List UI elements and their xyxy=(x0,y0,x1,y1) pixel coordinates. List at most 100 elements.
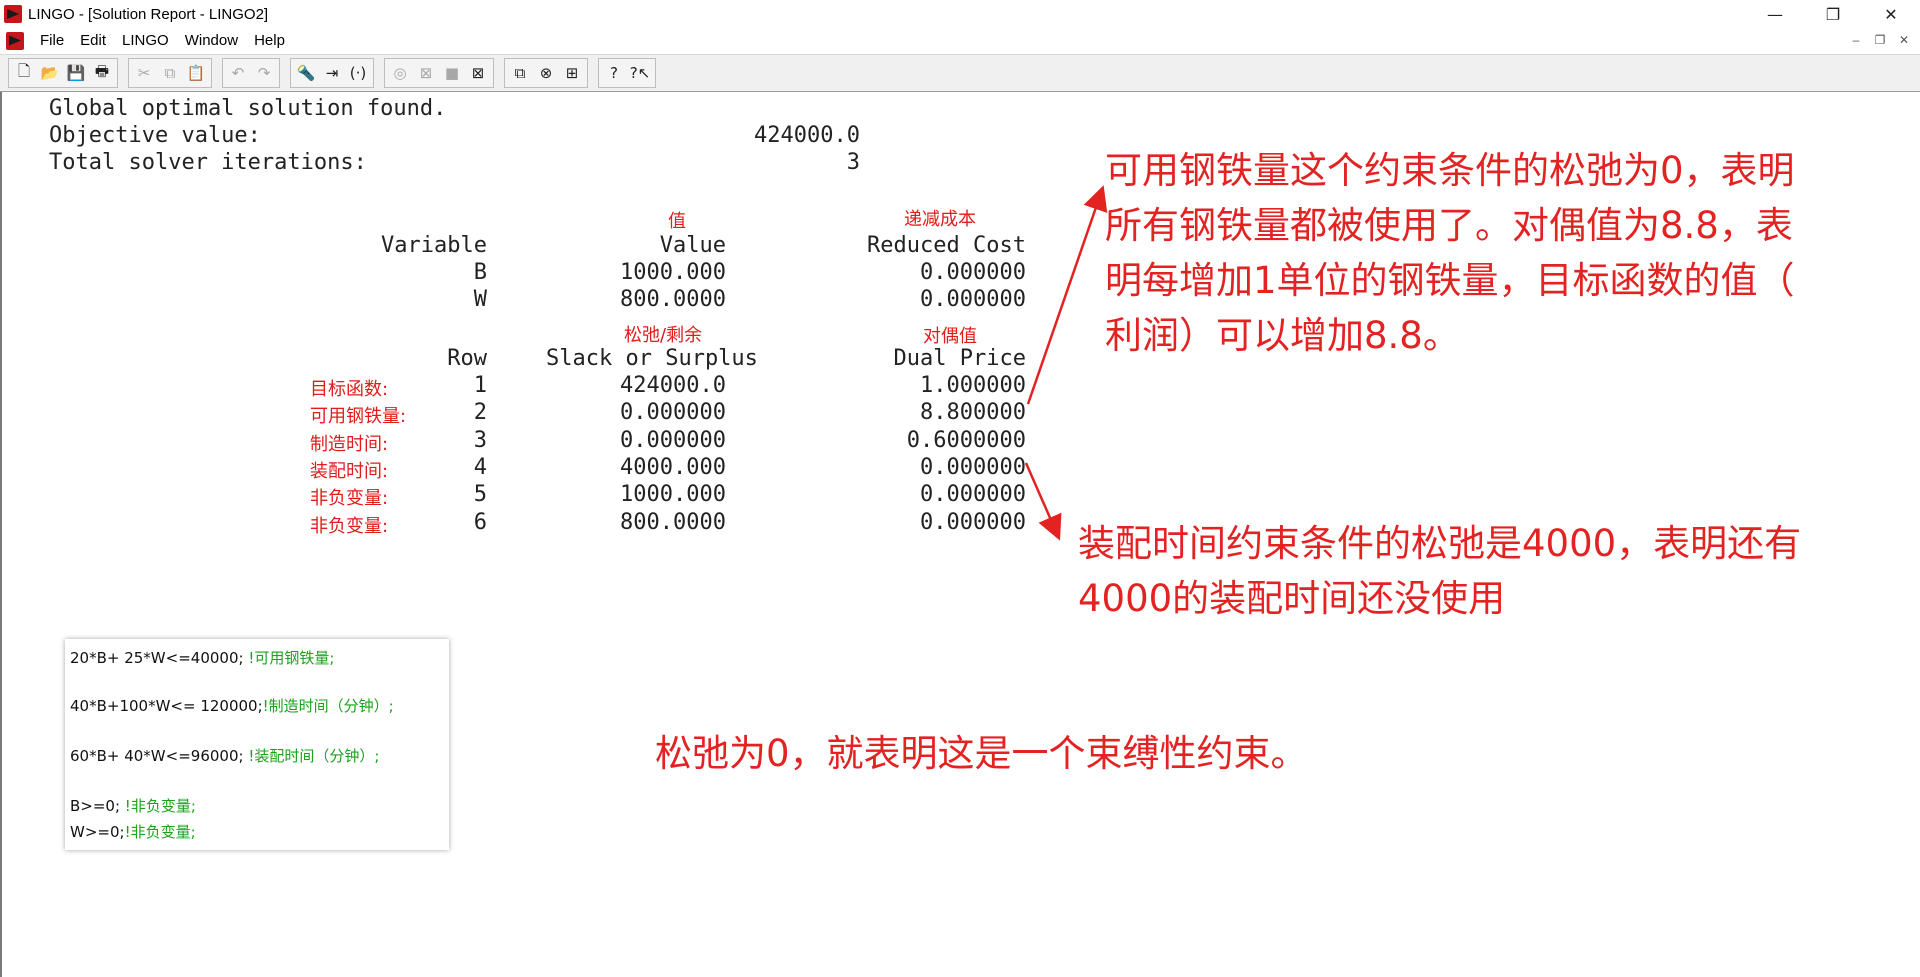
restore-button[interactable]: ❐ xyxy=(1804,0,1862,28)
iterations-value: 3 xyxy=(846,150,860,175)
row-number: 3 xyxy=(473,427,487,453)
help-icon[interactable]: ? xyxy=(602,61,626,85)
code-expression: 60*B+ 40*W<=96000; xyxy=(70,747,244,765)
menu-edit[interactable]: Edit xyxy=(80,32,106,49)
compile-icon[interactable]: ⊠ xyxy=(414,61,438,85)
menu-bar: File Edit LINGO Window Help – ❐ ✕ xyxy=(0,28,1920,53)
goto-line-icon[interactable]: ⇥ xyxy=(320,61,344,85)
annotation-binding: 松弛为0，就表明这是一个束缚性约束。 xyxy=(655,732,1308,775)
header-row: Row xyxy=(447,346,487,371)
code-comment: !装配时间（分钟）; xyxy=(243,747,380,765)
summary-status: Global optimal solution found. xyxy=(49,96,447,121)
send-to-back-icon[interactable]: ⧉ xyxy=(508,61,532,85)
row-cn-label: 非负变量: xyxy=(310,515,389,537)
save-icon[interactable]: 💾 xyxy=(64,61,88,85)
header-dual-price: Dual Price xyxy=(893,346,1026,371)
menu-window[interactable]: Window xyxy=(185,32,238,49)
menu-help[interactable]: Help xyxy=(254,32,285,49)
row-slack: 424000.0 xyxy=(620,373,726,398)
annotation-line: 可用钢铁量这个约束条件的松弛为0，表明 xyxy=(1105,149,1795,192)
window-controls: — ❐ ✕ xyxy=(1746,0,1920,28)
row-cn-label: 装配时间: xyxy=(310,460,389,482)
row-dual-price: 8.800000 xyxy=(920,400,1026,426)
row-cn-label: 目标函数: xyxy=(310,379,389,400)
solve-icon[interactable]: ◎ xyxy=(388,61,412,85)
code-expression: W>=0; xyxy=(70,823,125,841)
row-slack: 1000.000 xyxy=(620,482,726,508)
row-dual-price: 0.000000 xyxy=(920,482,1026,508)
cut-icon[interactable]: ✂ xyxy=(132,61,156,85)
annotation-line: 明每增加1单位的钢铁量，目标函数的值（ xyxy=(1105,259,1795,302)
find-icon[interactable]: 🔦 xyxy=(294,61,318,85)
row-cn-label: 可用钢铁量: xyxy=(310,406,407,428)
code-line: W>=0;!非负变量; xyxy=(70,821,196,842)
row-dual-price: 0.000000 xyxy=(920,509,1026,535)
code-comment: !制造时间（分钟）; xyxy=(262,697,394,715)
row-slack: 0.000000 xyxy=(620,400,726,426)
toolbar-group: ↶ ↷ xyxy=(222,58,280,88)
iterations-label: Total solver iterations: xyxy=(49,150,367,175)
code-line: 40*B+100*W<= 120000;!制造时间（分钟）; xyxy=(70,695,394,716)
mdi-close-button[interactable]: ✕ xyxy=(1894,30,1914,50)
variable-value: 800.0000 xyxy=(620,287,726,312)
row-dual-price: 0.000000 xyxy=(920,454,1026,480)
variable-reduced-cost: 0.000000 xyxy=(920,260,1026,285)
print-icon[interactable]: 🖶 xyxy=(90,61,114,85)
window-title: LINGO - [Solution Report - LINGO2] xyxy=(28,5,269,23)
row-slack: 800.0000 xyxy=(620,509,726,535)
toolbar-group: 🗋 📂 💾 🖶 xyxy=(8,58,118,88)
cn-reduced-cost-label: 递减成本 xyxy=(904,209,976,230)
code-line: B>=0; !非负变量; xyxy=(70,795,196,816)
code-line: 60*B+ 40*W<=96000; !装配时间（分钟）; xyxy=(70,745,379,766)
minimize-button[interactable]: — xyxy=(1746,0,1804,28)
toolbar-group: ⧉ ⊗ ⊞ xyxy=(504,58,588,88)
title-bar: LINGO - [Solution Report - LINGO2] — ❐ ✕ xyxy=(0,0,1920,28)
objective-label: Objective value: xyxy=(49,123,261,148)
open-folder-icon[interactable]: 📂 xyxy=(38,61,62,85)
code-line: 20*B+ 25*W<=40000; !可用钢铁量; xyxy=(70,647,334,668)
document-icon[interactable] xyxy=(6,31,24,50)
row-dual-price: 0.6000000 xyxy=(906,427,1026,453)
mdi-restore-button[interactable]: ❐ xyxy=(1870,30,1890,50)
header-value: Value xyxy=(659,233,726,258)
copy-icon[interactable]: ⧉ xyxy=(158,61,182,85)
code-expression: 20*B+ 25*W<=40000; xyxy=(70,649,244,667)
objective-value: 424000.0 xyxy=(754,123,860,148)
variable-name: B xyxy=(473,260,487,285)
cn-value-label: 值 xyxy=(668,211,686,232)
cn-slack-label: 松弛/剩余 xyxy=(624,325,703,346)
code-expression: 40*B+100*W<= 120000; xyxy=(70,697,263,715)
annotation-line: 4000的装配时间还没使用 xyxy=(1078,577,1506,620)
stop-icon[interactable]: ■ xyxy=(440,61,464,85)
redo-icon[interactable]: ↷ xyxy=(252,61,276,85)
variable-name: W xyxy=(473,287,487,312)
annotation-steel: 可用钢铁量这个约束条件的松弛为0，表明 所有钢铁量都被使用了。对偶值为8.8，表… xyxy=(1105,143,1795,363)
menu-file[interactable]: File xyxy=(40,32,64,49)
toolbar: 🗋 📂 💾 🖶 ✂ ⧉ 📋 ↶ ↷ 🔦 ⇥ (·) ◎ ⊠ ■ ⊠ ⧉ ⊗ ⊞? ?↖ xyxy=(0,54,1920,92)
annotation-assembly: 装配时间约束条件的松弛是4000，表明还有 4000的装配时间还没使用 xyxy=(1078,516,1801,626)
code-comment: !可用钢铁量; xyxy=(243,649,335,667)
variable-value: 1000.000 xyxy=(620,260,726,285)
toolbar-group: ? ?↖ xyxy=(598,58,656,88)
mdi-minimize-button[interactable]: – xyxy=(1846,30,1866,50)
annotation-line: 所有钢铁量都被使用了。对偶值为8.8，表 xyxy=(1105,204,1793,247)
annotation-line: 装配时间约束条件的松弛是4000，表明还有 xyxy=(1078,522,1802,565)
tile-icon[interactable]: ⊞ xyxy=(560,61,584,85)
match-paren-icon[interactable]: (·) xyxy=(346,61,370,85)
row-number: 2 xyxy=(473,400,487,426)
undo-icon[interactable]: ↶ xyxy=(226,61,250,85)
context-help-icon[interactable]: ?↖ xyxy=(628,61,652,85)
menu-lingo[interactable]: LINGO xyxy=(122,32,169,49)
mdi-controls: – ❐ ✕ xyxy=(1846,30,1914,50)
close-button[interactable]: ✕ xyxy=(1862,0,1920,28)
close-window-icon[interactable]: ⊗ xyxy=(534,61,558,85)
header-variable: Variable xyxy=(381,233,487,258)
close-all-icon[interactable]: ⊠ xyxy=(466,61,490,85)
row-cn-label: 非负变量: xyxy=(310,488,389,510)
lingo-app-icon xyxy=(4,5,22,23)
paste-icon[interactable]: 📋 xyxy=(184,61,208,85)
code-comment: !非负变量; xyxy=(120,797,196,815)
new-file-icon[interactable]: 🗋 xyxy=(12,61,36,85)
row-number: 4 xyxy=(473,454,487,480)
row-number: 6 xyxy=(473,509,487,535)
